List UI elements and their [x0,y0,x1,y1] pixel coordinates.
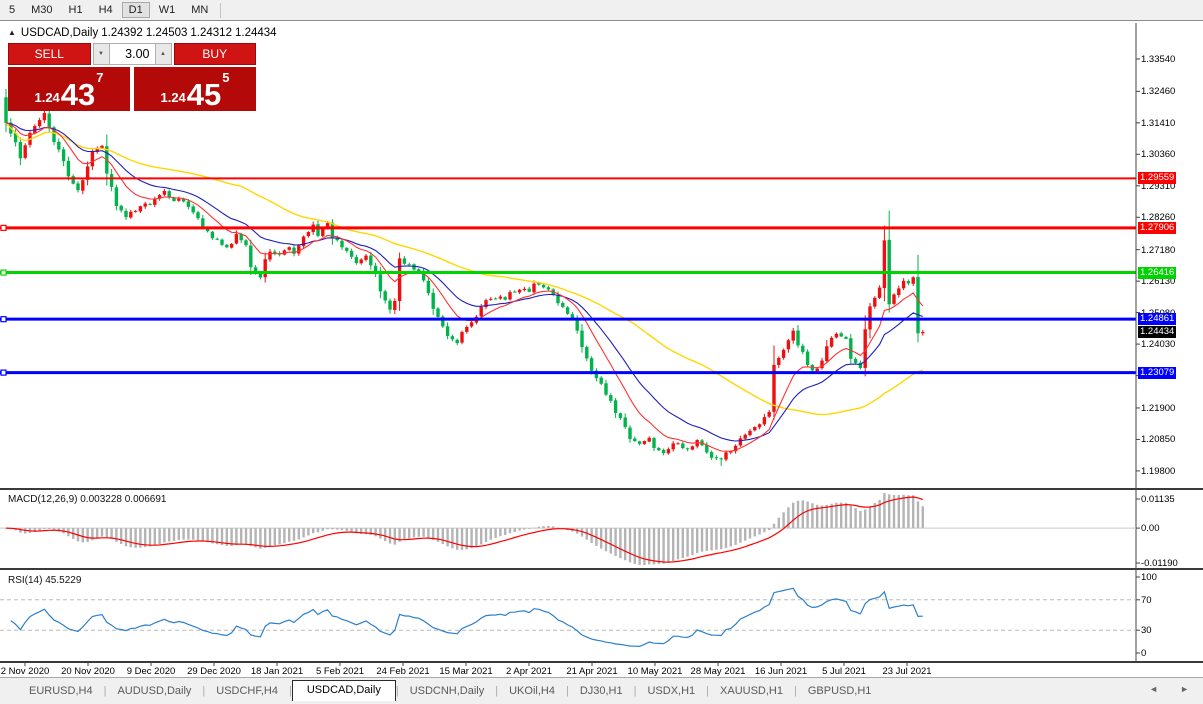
price-tick-label: 1.24030 [1141,339,1176,351]
ohlc-close: 1.24434 [234,27,277,39]
price-tick-label: 1.30360 [1141,149,1176,161]
price-tick-label: 1.31410 [1141,117,1176,129]
date-tick-label: 24 Feb 2021 [376,666,430,677]
tab-usdcnh-daily[interactable]: USDCNH,Daily [399,682,496,701]
timeframe-M30[interactable]: M30 [24,2,59,18]
date-tick-label: 2 Nov 2020 [0,666,50,677]
volume-decrease-button[interactable]: ▼ [92,43,110,65]
price-tick-label: 1.27180 [1141,244,1176,256]
tab-scroll-right-icon[interactable]: ► [1180,684,1189,694]
rsi-label: RSI(14) 45.5229 [8,575,82,586]
buy-button[interactable]: BUY [173,43,256,65]
hline-price-label: 1.27906 [1138,221,1177,234]
ohlc-high: 1.24503 [145,27,188,39]
rsi-axis-label: 70 [1141,594,1152,606]
date-tick-label: 5 Feb 2021 [315,666,365,677]
tab-eurusd-h4[interactable]: EURUSD,H4 [18,682,104,701]
one-click-trading-panel: SELL ▼ ▲ BUY 1.24 43 7 1.24 45 5 [8,43,256,111]
volume-stepper: ▼ ▲ [92,43,172,65]
sell-price[interactable]: 1.24 43 7 [8,67,130,111]
rsi-axis-label: 100 [1141,572,1157,583]
hline-price-label: 1.23079 [1138,366,1177,379]
macd-axis-label: 0.01135 [1141,494,1175,505]
timeframe-H4[interactable]: H4 [92,2,120,18]
price-tick-label: 1.32460 [1141,86,1176,98]
date-tick-label: 2 Apr 2021 [506,666,552,677]
chart-window: ▲ USDCAD,Daily 1.24392 1.24503 1.24312 1.2443… [0,20,1203,677]
timeframe-H1[interactable]: H1 [62,2,90,18]
date-tick-label: 23 Jul 2021 [882,666,932,677]
price-tick-label: 1.19800 [1141,465,1176,477]
tab-usdchf-h4[interactable]: USDCHF,H4 [205,682,289,701]
date-tick-label: 29 Dec 2020 [187,666,241,677]
chart-symbol: USDCAD,Daily [20,27,99,39]
chart-tabs: EURUSD,H4 | AUDUSD,Daily | USDCHF,H4 | USDCAD,… [0,677,1203,701]
hline-price-label: 1.24861 [1138,313,1177,326]
chart-title: ▲ USDCAD,Daily 1.24392 1.24503 1.24312 1.2443… [8,27,280,39]
timeframe-W1[interactable]: W1 [152,2,183,18]
tab-usdcad-daily[interactable]: USDCAD,Daily [291,680,396,701]
price-tick-label: 1.20850 [1141,434,1176,446]
timeframe-MN[interactable]: MN [184,2,215,18]
macd-axis-label: -0.01190 [1141,558,1178,569]
date-tick-label: 10 May 2021 [627,666,683,677]
timeframe-toolbar: 5 M30 H1 H4 D1 W1 MN [0,0,1203,20]
price-chart[interactable] [0,21,1203,678]
date-tick-label: 21 Apr 2021 [566,666,618,677]
ohlc-low: 1.24312 [190,27,232,39]
tab-usdx-h1[interactable]: USDX,H1 [636,682,706,701]
date-tick-label: 18 Jan 2021 [250,666,304,677]
rsi-axis-label: 0 [1141,648,1147,659]
date-tick-label: 28 May 2021 [690,666,746,677]
ohlc-open: 1.24392 [101,27,143,39]
current-price-label: 1.24434 [1138,325,1177,338]
date-tick-label: 9 Dec 2020 [126,666,176,677]
buy-price[interactable]: 1.24 45 5 [134,67,256,111]
rsi-axis-label: 30 [1141,625,1152,637]
tab-scrollers: ◄ ► [1135,684,1203,701]
sell-button[interactable]: SELL [8,43,91,65]
timeframe-D1[interactable]: D1 [121,2,150,18]
timeframe-5[interactable]: 5 [2,2,22,18]
date-tick-label: 15 Mar 2021 [439,666,493,677]
tab-scroll-left-icon[interactable]: ◄ [1149,684,1158,694]
macd-label: MACD(12,26,9) 0.003228 0.006691 [8,494,167,505]
tab-xauusd-h1[interactable]: XAUUSD,H1 [709,682,794,701]
toolbar-separator [220,2,222,18]
date-tick-label: 16 Jun 2021 [754,666,808,677]
price-tick-label: 1.33540 [1141,53,1176,65]
collapse-arrow-icon[interactable]: ▲ [8,28,16,37]
volume-increase-button[interactable]: ▲ [154,43,172,65]
volume-input[interactable] [109,43,155,65]
hline-price-label: 1.29559 [1138,172,1177,185]
tab-dj30-h1[interactable]: DJ30,H1 [569,682,634,701]
date-tick-label: 20 Nov 2020 [61,666,115,677]
hline-price-label: 1.26416 [1138,266,1177,279]
tab-audusd-daily[interactable]: AUDUSD,Daily [106,682,202,701]
tab-gbpusd-h1[interactable]: GBPUSD,H1 [797,682,883,701]
tab-ukoil-h4[interactable]: UKOil,H4 [498,682,566,701]
date-tick-label: 5 Jul 2021 [822,666,866,677]
price-tick-label: 1.21900 [1141,402,1176,414]
macd-axis-label: 0.00 [1141,523,1160,535]
